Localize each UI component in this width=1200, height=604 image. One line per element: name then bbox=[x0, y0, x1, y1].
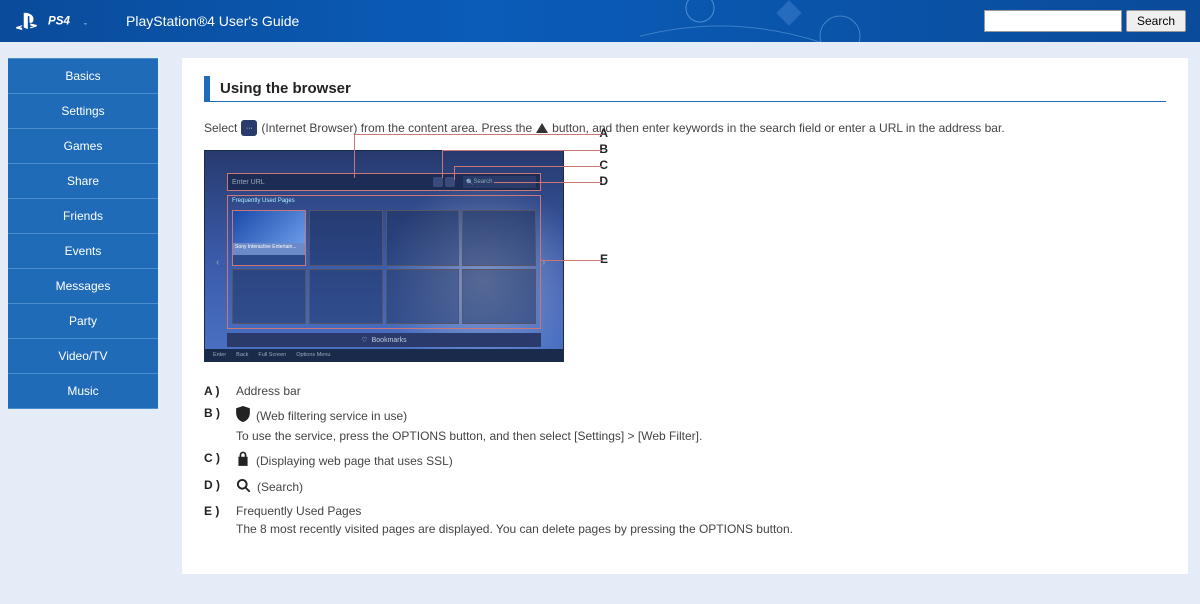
svg-text:™: ™ bbox=[84, 22, 87, 26]
diagram-hint-bar: EnterBackFull ScreenOptions Menu bbox=[205, 349, 563, 361]
callout-d: D bbox=[599, 174, 608, 188]
legend-row-b: B ) (Web filtering service in use) To us… bbox=[204, 406, 1166, 443]
legend-row-a: A ) Address bar bbox=[204, 384, 1166, 398]
triangle-button-icon bbox=[536, 123, 548, 133]
legend-row-d: D ) (Search) bbox=[204, 478, 1166, 496]
sidebar-item-friends[interactable]: Friends bbox=[8, 199, 158, 234]
sidebar-item-videotv[interactable]: Video/TV bbox=[8, 339, 158, 374]
browser-app-icon: ··· bbox=[241, 120, 257, 136]
header-decoration bbox=[640, 0, 940, 42]
sidebar-item-messages[interactable]: Messages bbox=[8, 269, 158, 304]
content-heading: Using the browser bbox=[204, 76, 1166, 102]
sidebar-item-party[interactable]: Party bbox=[8, 304, 158, 339]
diagram-bookmarks-bar: ♡ Bookmarks bbox=[227, 333, 541, 347]
legend-row-e: E ) Frequently Used Pages The 8 most rec… bbox=[204, 504, 1166, 536]
content-area: Using the browser Select ··· (Internet B… bbox=[182, 58, 1188, 574]
diagram-lock-icon bbox=[445, 177, 455, 187]
search-box: Search bbox=[984, 10, 1186, 32]
callout-a: A bbox=[599, 126, 608, 140]
shield-icon bbox=[236, 406, 250, 425]
ps-logo: PS4 ™ bbox=[14, 10, 106, 32]
sidebar: Basics Settings Games Share Friends Even… bbox=[8, 58, 158, 409]
search-icon bbox=[236, 478, 251, 496]
search-input[interactable] bbox=[984, 10, 1122, 32]
svg-text:PS4: PS4 bbox=[48, 15, 70, 28]
diagram-arrow-right: › bbox=[542, 257, 552, 267]
callout-e: E bbox=[600, 252, 608, 266]
diagram-pages-frame: Frequently Used Pages ‹ › Sony Interacti… bbox=[227, 195, 541, 329]
diagram-arrow-left: ‹ bbox=[216, 257, 226, 267]
legend: A ) Address bar B ) (Web filtering servi… bbox=[204, 384, 1166, 536]
diagram-shield-icon bbox=[433, 177, 443, 187]
lock-icon bbox=[236, 451, 250, 470]
sidebar-item-settings[interactable]: Settings bbox=[8, 94, 158, 129]
diagram-address-bar: Enter URL 🔍 Search bbox=[227, 173, 541, 191]
legend-row-c: C ) (Displaying web page that uses SSL) bbox=[204, 451, 1166, 470]
browser-diagram: A B C D E Enter URL 🔍 Search Frequently bbox=[204, 150, 574, 362]
sidebar-item-basics[interactable]: Basics bbox=[8, 58, 158, 94]
search-button[interactable]: Search bbox=[1126, 10, 1186, 32]
diagram-search-field: 🔍 Search bbox=[463, 176, 536, 188]
sidebar-item-events[interactable]: Events bbox=[8, 234, 158, 269]
page-title: PlayStation®4 User's Guide bbox=[126, 13, 299, 29]
ps4-text-logo: PS4 ™ bbox=[48, 12, 106, 30]
sidebar-item-games[interactable]: Games bbox=[8, 129, 158, 164]
diagram-tile-1: Sony Interactive Entertain... bbox=[232, 210, 306, 266]
callout-b: B bbox=[599, 142, 608, 156]
header-bar: PS4 ™ PlayStation®4 User's Guide Search bbox=[0, 0, 1200, 42]
callout-c: C bbox=[599, 158, 608, 172]
intro-text: Select ··· (Internet Browser) from the c… bbox=[204, 120, 1166, 136]
sidebar-item-music[interactable]: Music bbox=[8, 374, 158, 409]
sidebar-item-share[interactable]: Share bbox=[8, 164, 158, 199]
